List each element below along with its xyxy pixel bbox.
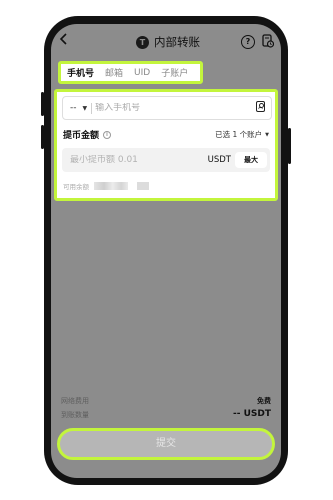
header: T 内部转账 ? <box>51 30 281 54</box>
received-row: 到账数量 -- USDT <box>61 409 271 422</box>
account-selector-label: 已选 1 个账户 <box>215 130 263 139</box>
tab-subaccount[interactable]: 子账户 <box>161 66 188 79</box>
received-label: 到账数量 <box>61 411 89 419</box>
phone-input-row: -- ▼ <box>62 96 272 120</box>
account-selector[interactable]: 已选 1 个账户 ▼ <box>215 129 269 140</box>
side-button <box>41 92 44 116</box>
blurred-currency <box>137 182 149 190</box>
page-title: 内部转账 <box>154 35 200 49</box>
info-icon[interactable]: i <box>103 130 112 139</box>
side-button <box>288 128 291 164</box>
recipient-type-tabs: 手机号 邮箱 UID 子账户 <box>58 61 203 84</box>
caret-down-icon[interactable]: ▼ <box>83 105 88 112</box>
currency-label: USDT <box>207 155 231 165</box>
amount-input[interactable] <box>70 155 190 165</box>
divider <box>91 102 93 114</box>
country-code-select[interactable]: -- <box>70 103 77 113</box>
blurred-balance <box>94 182 128 190</box>
screen: T 内部转账 ? 手机号 邮箱 UID 子账户 -- ▼ 提币金额 i 已选 1 <box>51 24 281 478</box>
max-button[interactable]: 最大 <box>235 152 267 168</box>
fee-value: 免费 <box>257 397 271 405</box>
tab-uid[interactable]: UID <box>134 68 150 78</box>
tether-logo-icon: T <box>136 35 149 49</box>
document-clock-icon[interactable] <box>262 34 274 48</box>
caret-down-icon: ▼ <box>265 131 269 138</box>
fee-row: 网络费用 免费 <box>61 396 271 408</box>
question-circle-icon[interactable]: ? <box>241 35 255 49</box>
fee-label: 网络费用 <box>61 397 89 405</box>
available-balance: 可用余额 <box>63 181 149 191</box>
submit-button[interactable]: 提交 <box>57 428 275 460</box>
transfer-form: -- ▼ 提币金额 i 已选 1 个账户 ▼ USDT 最大 可用余额 <box>54 89 278 201</box>
side-button <box>41 125 44 149</box>
chevron-left-icon <box>59 33 67 45</box>
amount-label: 提币金额 <box>63 131 100 141</box>
received-value: -- USDT <box>232 409 271 419</box>
tab-email[interactable]: 邮箱 <box>105 66 123 79</box>
back-button[interactable] <box>59 32 73 50</box>
title-area: T 内部转账 <box>136 33 200 51</box>
available-label: 可用余额 <box>63 183 89 191</box>
contact-book-icon[interactable] <box>256 101 265 112</box>
tab-phone[interactable]: 手机号 <box>67 66 94 79</box>
phone-number-input[interactable] <box>95 103 236 113</box>
amount-input-row: USDT 最大 <box>62 148 270 172</box>
amount-label-row: 提币金额 i <box>63 128 112 141</box>
